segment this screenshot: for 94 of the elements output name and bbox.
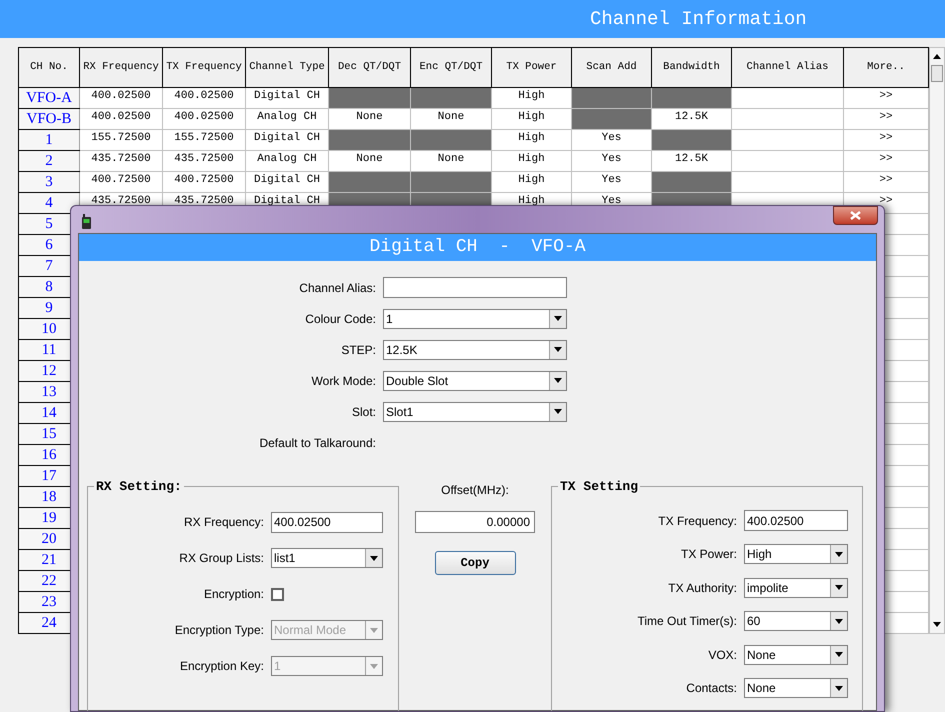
- dropdown-field[interactable]: impolite: [744, 578, 848, 598]
- field-label: Colour Code:: [305, 310, 376, 328]
- more-cell[interactable]: >>: [844, 88, 928, 108]
- column-header: RX Frequency: [80, 48, 162, 88]
- table-cell: 435.72500: [162, 150, 246, 172]
- field-label: TX Authority:: [668, 580, 737, 597]
- field-label: Work Mode:: [312, 372, 376, 390]
- channel-number-cell[interactable]: 1: [18, 130, 80, 150]
- column-header: Dec QT/DQT: [328, 48, 410, 88]
- close-icon: [850, 211, 861, 220]
- group-title: RX Setting:: [96, 479, 182, 494]
- field-label: STEP:: [341, 342, 376, 358]
- table-cell: 400.02500: [162, 108, 246, 130]
- table-cell: High: [492, 150, 572, 172]
- channel-number-cell[interactable]: VFO-A: [18, 88, 80, 108]
- column-header: Channel Alias: [732, 48, 844, 88]
- scroll-thumb[interactable]: [931, 65, 943, 82]
- field-label: Encryption Type:: [174, 622, 264, 639]
- table-cell: 400.02500: [162, 88, 246, 108]
- table-cell: Analog CH: [246, 150, 328, 172]
- table-cell: Digital CH: [246, 130, 328, 150]
- column-header: More..: [844, 48, 928, 88]
- table-cell: Digital CH: [246, 88, 328, 108]
- field-label: RX Frequency:: [184, 514, 264, 531]
- table-cell: Analog CH: [246, 108, 328, 130]
- copy-button[interactable]: Copy: [434, 551, 516, 575]
- column-header: Bandwidth: [652, 48, 732, 88]
- checkbox[interactable]: [271, 588, 284, 600]
- dialog-title: Digital CH - VFO-A: [369, 236, 586, 259]
- text-field[interactable]: 400.02500: [744, 510, 848, 532]
- dropdown-field[interactable]: None: [744, 644, 848, 665]
- close-button[interactable]: [833, 206, 878, 225]
- table-cell: None: [328, 150, 410, 172]
- dropdown-field[interactable]: 1: [383, 308, 567, 328]
- table-cell: High: [492, 108, 572, 130]
- dropdown-field[interactable]: list1: [271, 548, 383, 568]
- table-cell: None: [410, 108, 492, 130]
- field-label: VOX:: [708, 646, 737, 664]
- table-cell: 400.02500: [80, 88, 162, 108]
- table-cell: 155.72500: [80, 130, 162, 150]
- table-cell: High: [492, 88, 572, 108]
- dropdown-field[interactable]: High: [744, 544, 848, 564]
- column-header: Scan Add: [572, 48, 652, 88]
- scrollbar[interactable]: [929, 47, 945, 634]
- channel-number-cell[interactable]: 2: [18, 150, 80, 172]
- column-header: TX Frequency: [162, 48, 246, 88]
- field-label: Encryption:: [204, 586, 264, 603]
- table-cell: Yes: [572, 150, 652, 172]
- channel-number-cell[interactable]: VFO-B: [18, 108, 80, 130]
- field-label: TX Frequency:: [658, 512, 737, 530]
- channel-number-cell[interactable]: 3: [18, 172, 80, 192]
- table-cell: 155.72500: [162, 130, 246, 150]
- table-cell: 400.72500: [80, 172, 162, 192]
- column-header: CH No.: [18, 48, 80, 88]
- more-cell[interactable]: >>: [844, 172, 928, 192]
- field-label: Time Out Timer(s):: [637, 613, 737, 630]
- channel-number-cell[interactable]: 4: [18, 192, 80, 214]
- table-cell: None: [410, 150, 492, 172]
- radio-icon: [82, 214, 91, 229]
- table-cell: None: [328, 108, 410, 130]
- field-label: RX Group Lists:: [179, 550, 264, 567]
- text-field[interactable]: [383, 277, 567, 298]
- dropdown-field[interactable]: None: [744, 678, 848, 698]
- page-title: Channel Information: [590, 6, 807, 32]
- table-cell: High: [492, 172, 572, 192]
- table-cell: High: [492, 130, 572, 150]
- text-field[interactable]: 400.02500: [271, 512, 383, 532]
- table-cell: 12.5K: [652, 150, 732, 172]
- dropdown-field[interactable]: 12.5K: [383, 340, 567, 360]
- field-label: Slot:: [352, 404, 376, 420]
- offset-label: Offset(MHz):: [441, 482, 509, 499]
- more-cell[interactable]: >>: [844, 130, 928, 150]
- group-title: TX Setting: [560, 479, 638, 494]
- table-cell: Digital CH: [246, 172, 328, 192]
- table-cell: Yes: [572, 172, 652, 192]
- column-header: Channel Type: [246, 48, 328, 88]
- table-cell: Yes: [572, 130, 652, 150]
- more-cell[interactable]: >>: [844, 108, 928, 130]
- offset-field[interactable]: 0.00000: [415, 511, 535, 533]
- dropdown-field[interactable]: 60: [744, 611, 848, 632]
- field-label: Encryption Key:: [180, 658, 264, 675]
- table-cell: 435.72500: [80, 150, 162, 172]
- table-cell: 400.02500: [80, 108, 162, 130]
- dropdown-field[interactable]: Double Slot: [383, 370, 567, 390]
- table-cell: 12.5K: [652, 108, 732, 130]
- more-cell[interactable]: >>: [844, 150, 928, 172]
- dropdown-field[interactable]: Slot1: [383, 402, 567, 422]
- column-header: Enc QT/DQT: [410, 48, 492, 88]
- field-label: Contacts:: [686, 680, 737, 698]
- column-header: TX Power: [492, 48, 572, 88]
- field-label: Default to Talkaround:: [259, 434, 376, 452]
- table-cell: 400.72500: [162, 172, 246, 192]
- field-label: Channel Alias:: [299, 280, 376, 296]
- field-label: TX Power:: [680, 546, 737, 564]
